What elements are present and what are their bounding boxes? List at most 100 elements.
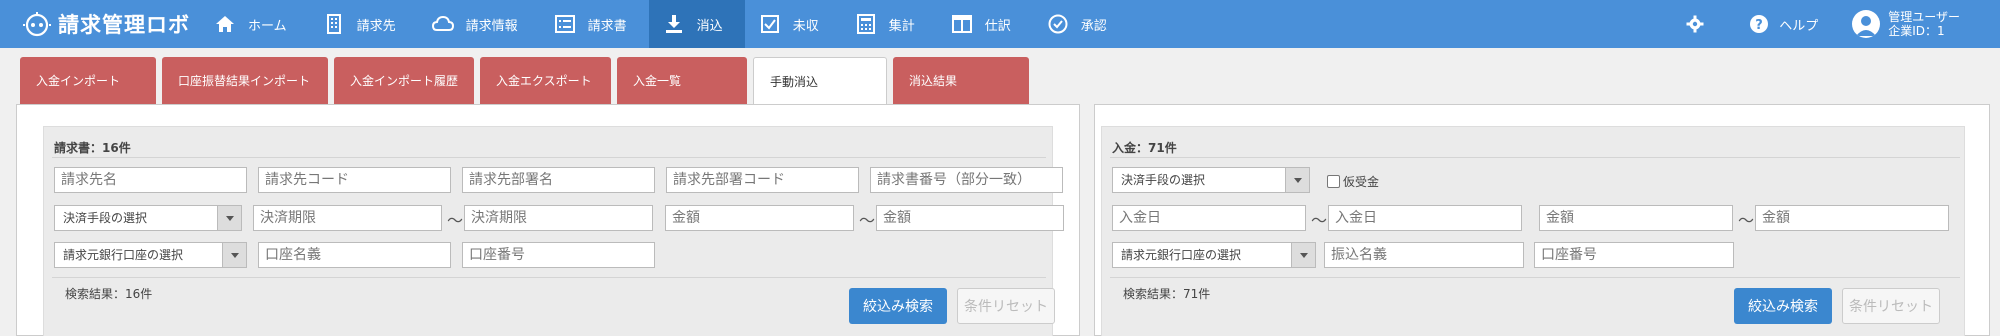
nav-item-home[interactable]: ホーム xyxy=(200,0,309,48)
nav-item-label: 請求情報 xyxy=(465,18,518,34)
filter-search-button[interactable]: 絞込み検索 xyxy=(849,288,947,324)
due-date-from-input[interactable]: 決済期限 xyxy=(253,205,442,231)
divider xyxy=(1110,157,1960,158)
nav-item-label: 仕訳 xyxy=(984,18,1011,34)
check-circle-icon xyxy=(1047,13,1069,35)
nav-item-label: 承認 xyxy=(1080,18,1107,34)
invoice-count-title: 請求書：16件 xyxy=(54,141,131,155)
columns-icon xyxy=(951,13,973,35)
payment-date-to-input[interactable]: 入金日 xyxy=(1328,205,1522,231)
nav-item-invoices[interactable]: 請求書 xyxy=(540,0,649,48)
header-tools: ? ヘルプ 管理ユーザー 企業ID：1 xyxy=(1685,0,2000,48)
client-name-input[interactable]: 請求先名 xyxy=(54,167,247,193)
search-result-count: 検索結果：16件 xyxy=(65,287,153,301)
amount-to-input[interactable]: 金額 xyxy=(1755,205,1949,231)
sub-tabs: 入金インポート 口座振替結果インポート 入金インポート履歴 入金エクスポート 入… xyxy=(20,57,1035,104)
nav-item-label: 集計 xyxy=(888,18,915,34)
home-icon xyxy=(214,13,236,35)
robot-logo-icon xyxy=(23,12,51,37)
tab-manual-reconciliation[interactable]: 手動消込 xyxy=(753,57,887,104)
divider xyxy=(52,277,1046,278)
due-date-to-input[interactable]: 決済期限 xyxy=(464,205,653,231)
main-nav: ホーム 請求先 請求情報 請求書 消込 未収 集計 仕訳 承認 xyxy=(200,0,1129,48)
user-name: 管理ユーザー xyxy=(1888,10,1960,24)
building-icon xyxy=(323,13,345,35)
app-title: 請求管理ロボ xyxy=(58,13,190,37)
range-separator: 〜 xyxy=(859,211,876,230)
reset-conditions-button[interactable]: 条件リセット xyxy=(1842,288,1940,324)
tab-reconciliation-results[interactable]: 消込結果 xyxy=(893,57,1029,104)
settings-button[interactable] xyxy=(1685,14,1715,34)
svg-text:?: ? xyxy=(1755,18,1763,33)
bank-account-select[interactable]: 請求元銀行口座の選択 xyxy=(1112,242,1316,268)
amount-from-input[interactable]: 金額 xyxy=(1539,205,1733,231)
amount-from-input[interactable]: 金額 xyxy=(665,205,854,231)
select-value: 請求元銀行口座の選択 xyxy=(63,248,184,262)
question-circle-icon: ? xyxy=(1749,14,1769,34)
reset-conditions-button[interactable]: 条件リセット xyxy=(957,288,1055,324)
account-number-input[interactable]: 口座番号 xyxy=(1534,242,1734,268)
chevron-down-icon xyxy=(217,206,241,230)
nav-item-label: ホーム xyxy=(248,18,287,34)
tab-payment-import-history[interactable]: 入金インポート履歴 xyxy=(334,57,474,104)
chevron-down-icon xyxy=(1291,243,1315,267)
user-info: 管理ユーザー 企業ID：1 xyxy=(1888,10,1960,38)
filter-search-button[interactable]: 絞込み検索 xyxy=(1734,288,1832,324)
user-menu[interactable]: 管理ユーザー 企業ID：1 xyxy=(1852,10,1960,38)
tab-transfer-result-import[interactable]: 口座振替結果インポート xyxy=(162,57,328,104)
nav-item-reconciliation[interactable]: 消込 xyxy=(648,0,745,48)
payment-method-select[interactable]: 決済手段の選択 xyxy=(54,205,242,231)
checkbox-icon xyxy=(759,13,781,35)
nav-item-billing-info[interactable]: 請求情報 xyxy=(418,0,540,48)
download-icon xyxy=(663,13,685,35)
gear-icon xyxy=(1685,14,1705,34)
cloud-icon xyxy=(431,13,454,35)
nav-item-clients[interactable]: 請求先 xyxy=(309,0,418,48)
search-result-count: 検索結果：71件 xyxy=(1123,287,1211,301)
invoice-search-panel: 請求書：16件 請求先名 請求先コード 請求先部署名 請求先部署コード 請求書番… xyxy=(16,104,1080,336)
divider xyxy=(52,157,1046,158)
amount-to-input[interactable]: 金額 xyxy=(876,205,1064,231)
help-button[interactable]: ? ヘルプ xyxy=(1749,14,1818,34)
payment-date-from-input[interactable]: 入金日 xyxy=(1112,205,1306,231)
bank-account-select[interactable]: 請求元銀行口座の選択 xyxy=(54,242,247,268)
range-separator: 〜 xyxy=(447,211,464,230)
chevron-down-icon xyxy=(222,243,246,267)
client-code-input[interactable]: 請求先コード xyxy=(258,167,451,193)
payment-count-title: 入金：71件 xyxy=(1112,141,1177,155)
app-logo[interactable]: 請求管理ロボ xyxy=(22,8,190,40)
checkbox[interactable] xyxy=(1327,175,1340,188)
invoice-number-input[interactable]: 請求書番号（部分一致） xyxy=(870,167,1063,193)
top-navigation-bar: 請求管理ロボ ホーム 請求先 請求情報 請求書 消込 未収 集計 仕訳 承認 ?… xyxy=(0,0,2000,48)
account-holder-input[interactable]: 口座名義 xyxy=(258,242,451,268)
transfer-name-input[interactable]: 振込名義 xyxy=(1324,242,1524,268)
select-value: 決済手段の選択 xyxy=(63,211,148,225)
nav-item-approval[interactable]: 承認 xyxy=(1033,0,1129,48)
nav-item-label: 消込 xyxy=(696,18,723,34)
tab-payment-import[interactable]: 入金インポート xyxy=(20,57,156,104)
select-value: 請求元銀行口座の選択 xyxy=(1121,248,1242,262)
tab-payment-list[interactable]: 入金一覧 xyxy=(617,57,747,104)
payment-search-panel: 入金：71件 決済手段の選択 仮受金 入金日 〜 入金日 金額 〜 金額 請求元… xyxy=(1094,104,1990,336)
checkbox-label: 仮受金 xyxy=(1343,175,1380,189)
nav-item-label: 未収 xyxy=(792,18,819,34)
help-label: ヘルプ xyxy=(1779,18,1819,34)
payment-filter-box: 入金：71件 決済手段の選択 仮受金 入金日 〜 入金日 金額 〜 金額 請求元… xyxy=(1101,126,1965,336)
divider xyxy=(1110,277,1960,278)
company-id: 企業ID：1 xyxy=(1888,24,1945,38)
payment-method-select[interactable]: 決済手段の選択 xyxy=(1112,167,1310,193)
department-code-input[interactable]: 請求先部署コード xyxy=(666,167,859,193)
range-separator: 〜 xyxy=(1738,211,1755,230)
nav-item-label: 請求先 xyxy=(356,18,396,34)
provisional-receipt-checkbox[interactable]: 仮受金 xyxy=(1327,173,1379,190)
tab-payment-export[interactable]: 入金エクスポート xyxy=(480,57,611,104)
department-name-input[interactable]: 請求先部署名 xyxy=(462,167,655,193)
chevron-down-icon xyxy=(1285,168,1309,192)
avatar xyxy=(1852,10,1881,38)
account-number-input[interactable]: 口座番号 xyxy=(462,242,655,268)
nav-item-label: 請求書 xyxy=(587,18,627,34)
nav-item-receivables[interactable]: 未収 xyxy=(745,0,841,48)
nav-item-summary[interactable]: 集計 xyxy=(841,0,937,48)
nav-item-journal[interactable]: 仕訳 xyxy=(937,0,1033,48)
invoice-filter-box: 請求書：16件 請求先名 請求先コード 請求先部署名 請求先部署コード 請求書番… xyxy=(43,126,1064,336)
